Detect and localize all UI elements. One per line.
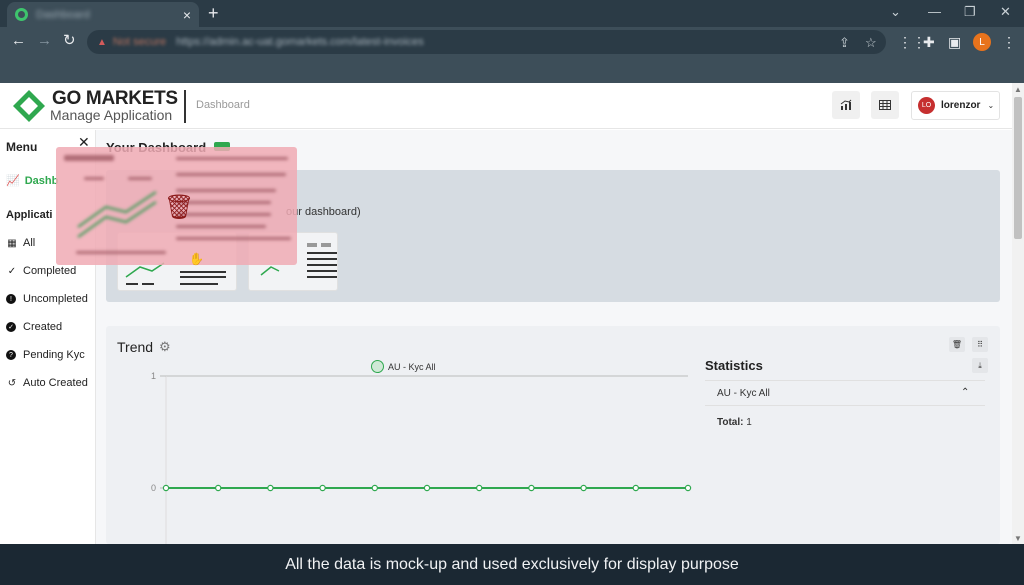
tab-close-icon[interactable]: × — [183, 8, 191, 22]
side-panel-icon[interactable]: ▣ — [948, 34, 961, 51]
url-text: https://admin.ac-uat.gomarkets.com/lates… — [176, 36, 424, 48]
chevron-up-icon[interactable]: ⌃ — [961, 387, 969, 398]
data-point — [580, 484, 587, 492]
trend-widget: Trend ⚙ 🗑 ⠿ ⤓ AU - Kyc All 10 Statistics… — [106, 326, 1000, 544]
history-icon: ↺ — [7, 377, 17, 389]
data-point — [528, 484, 535, 492]
statistics-accordion[interactable]: AU - Kyc All ⌃ — [705, 380, 985, 406]
data-point — [423, 484, 431, 492]
favicon-icon — [15, 8, 28, 21]
browser-tabstrip: Dashboard × + ⌄ — ❐ ✕ — [0, 0, 1024, 27]
sidebar-item-auto-created[interactable]: ↺ Auto Created — [6, 377, 88, 389]
delete-widget-button[interactable]: 🗑 — [949, 337, 965, 352]
user-menu[interactable]: LO lorenzor ⌄ — [911, 91, 1000, 120]
check-circle-icon: ✓ — [6, 322, 16, 332]
trend-title: Trend — [117, 339, 154, 355]
browser-tab[interactable]: Dashboard × — [7, 2, 199, 27]
browser-menu-icon[interactable]: ⋮ — [1002, 34, 1016, 51]
browser-toolbar: ← → ↻ ▲ Not secure https://admin.ac-uat.… — [0, 27, 1024, 57]
total-label: Total: — [717, 417, 744, 428]
scroll-thumb[interactable] — [1014, 97, 1022, 239]
table-icon: ▦ — [7, 237, 17, 249]
trend-chart: 10 — [151, 372, 692, 544]
minimize-button[interactable]: — — [928, 4, 941, 19]
sidebar-item-completed[interactable]: ✓ Completed — [6, 265, 76, 277]
menu-title: Menu — [6, 140, 38, 154]
chart-icon — [840, 99, 852, 110]
statistics-series-label: AU - Kyc All — [717, 388, 770, 399]
user-name: lorenzor — [941, 100, 981, 111]
restore-button[interactable]: ❐ — [964, 4, 976, 20]
chart-icon: 📈 — [6, 175, 20, 187]
download-button[interactable]: ⤓ — [972, 358, 988, 373]
y-tick-label: 0 — [151, 483, 156, 493]
new-tab-button[interactable]: + — [208, 4, 219, 22]
sidebar-item-label: Pending Kyc — [23, 349, 85, 361]
sidebar-item-uncompleted[interactable]: ! Uncompleted — [6, 293, 88, 305]
total-value: 1 — [746, 417, 752, 428]
back-button[interactable]: ← — [11, 33, 26, 49]
tab-search-icon[interactable]: ⌄ — [890, 4, 901, 20]
apps-grid-icon[interactable]: ⋮⋮ — [898, 34, 926, 51]
sidebar-item-created[interactable]: ✓ Created — [6, 321, 62, 333]
reload-button[interactable]: ↻ — [63, 33, 76, 49]
info-text: our dashboard) — [286, 206, 361, 218]
brand-subtitle: Manage Application — [50, 107, 173, 123]
data-point — [214, 484, 222, 492]
y-tick-label: 1 — [151, 372, 156, 381]
table-view-button[interactable] — [871, 91, 899, 119]
legend-label: AU - Kyc All — [388, 361, 436, 372]
bookmark-bar — [0, 57, 1024, 83]
table-icon — [879, 100, 891, 110]
data-point — [267, 484, 274, 492]
chevron-down-icon: ⌄ — [987, 101, 995, 110]
breadcrumb[interactable]: Dashboard — [196, 99, 250, 111]
grab-cursor-icon: ✋ — [189, 252, 204, 266]
data-point — [371, 484, 378, 492]
forward-button[interactable]: → — [37, 33, 52, 49]
gomarkets-logo-icon — [13, 90, 45, 122]
sidebar-item-label: Auto Created — [23, 377, 88, 389]
exclamation-icon: ! — [6, 294, 16, 304]
trash-icon[interactable]: 🗑 — [164, 193, 194, 222]
sidebar-item-label: Completed — [23, 265, 77, 277]
chart-view-button[interactable] — [832, 91, 860, 119]
sidebar-item-label: All — [23, 237, 36, 249]
profile-avatar[interactable]: L — [973, 33, 991, 51]
sidebar-item-label: Created — [23, 321, 63, 333]
tab-title: Dashboard — [36, 8, 90, 21]
sidebar-item-dashboard[interactable]: 📈 Dashb — [6, 174, 59, 188]
avatar: LO — [918, 97, 935, 114]
page-scrollbar[interactable]: ▲ ▼ — [1012, 83, 1024, 544]
disclaimer-bar: All the data is mock-up and used exclusi… — [0, 544, 1024, 585]
close-window-button[interactable]: ✕ — [1000, 4, 1011, 20]
drag-handle-icon[interactable]: ⠿ — [972, 337, 988, 352]
statistics-total: Total: 1 — [717, 417, 752, 428]
scroll-up-icon[interactable]: ▲ — [1014, 85, 1022, 94]
gear-icon[interactable]: ⚙ — [159, 339, 171, 355]
sidebar-section-applications: Applicati — [6, 209, 53, 221]
disclaimer-text: All the data is mock-up and used exclusi… — [285, 555, 739, 573]
sidebar-item-label: Uncompleted — [23, 293, 88, 305]
statistics-title: Statistics — [705, 358, 763, 373]
address-bar[interactable]: ▲ Not secure https://admin.ac-uat.gomark… — [87, 30, 886, 54]
sidebar-item-all[interactable]: ▦ All — [6, 237, 35, 249]
sidebar-item-pending-kyc[interactable]: ? Pending Kyc — [6, 349, 85, 361]
scroll-down-icon[interactable]: ▼ — [1014, 534, 1022, 543]
data-point — [319, 484, 326, 492]
app-header: GO MARKETS Manage Application Dashboard … — [0, 83, 1012, 129]
security-status: Not secure — [112, 36, 167, 48]
extensions-icon[interactable]: ✚ — [923, 34, 935, 51]
warning-icon: ▲ — [97, 36, 107, 48]
share-icon[interactable]: ⇪ — [839, 35, 850, 51]
data-point — [632, 484, 640, 492]
sidebar-item-label: Dashb — [24, 174, 59, 187]
data-point — [476, 484, 483, 492]
bookmark-star-icon[interactable]: ☆ — [865, 35, 877, 51]
check-icon: ✓ — [7, 265, 17, 277]
question-icon: ? — [6, 350, 16, 360]
data-point — [684, 484, 692, 492]
header-divider — [184, 90, 186, 123]
data-point — [162, 484, 170, 492]
